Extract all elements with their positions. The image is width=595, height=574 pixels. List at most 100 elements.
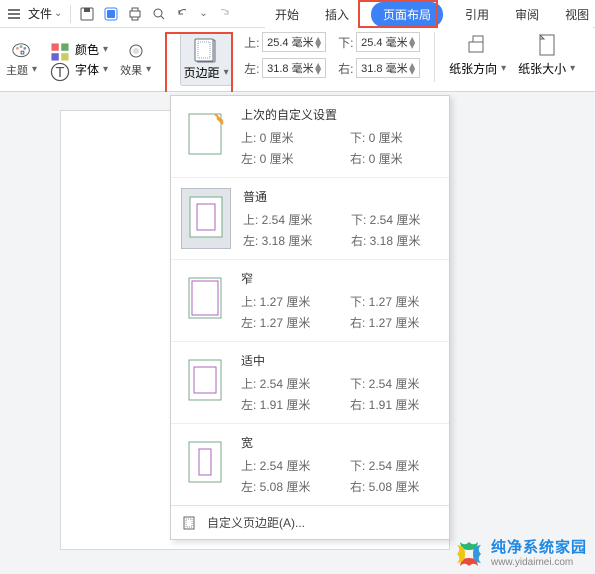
file-menu[interactable]: 文件 ⌄ — [28, 5, 62, 22]
undo-icon[interactable] — [103, 6, 119, 22]
watermark-cn: 纯净系统家园 — [491, 540, 587, 557]
color-label: 颜色 — [75, 41, 99, 58]
margin-right-label: 右: — [338, 60, 354, 77]
font-dropdown[interactable]: T 字体 ▾ — [49, 61, 108, 79]
option-top: 上: 2.54 厘米 — [241, 375, 330, 392]
file-menu-label: 文件 — [28, 5, 52, 22]
margins-label: 页边距 — [184, 64, 220, 81]
watermark-url: www.yidaimei.com — [491, 557, 587, 568]
option-bottom: 下: 1.27 厘米 — [350, 293, 439, 310]
separator — [70, 5, 71, 23]
orientation-icon — [465, 32, 491, 58]
chevron-down-icon: ▾ — [103, 44, 108, 55]
margins-option-narrow[interactable]: 窄 上: 1.27 厘米 下: 1.27 厘米 左: 1.27 厘米 右: 1.… — [171, 259, 449, 341]
separator — [434, 32, 435, 82]
paper-size-button[interactable]: 纸张大小 ▾ — [518, 32, 575, 87]
option-title: 宽 — [241, 434, 439, 451]
option-top: 上: 2.54 厘米 — [243, 211, 331, 228]
option-top: 上: 2.54 厘米 — [241, 457, 330, 474]
option-title: 适中 — [241, 352, 439, 369]
margins-option-wide[interactable]: 宽 上: 2.54 厘米 下: 2.54 厘米 左: 5.08 厘米 右: 5.… — [171, 423, 449, 505]
theme-icon — [11, 42, 33, 60]
margin-bottom-label: 下: — [338, 34, 354, 51]
option-left: 左: 3.18 厘米 — [243, 232, 331, 249]
option-top: 上: 1.27 厘米 — [241, 293, 330, 310]
option-right: 右: 5.08 厘米 — [350, 478, 439, 495]
font-icon: T — [49, 61, 71, 79]
tab-review[interactable]: 审阅 — [511, 2, 543, 27]
margins-custom-item[interactable]: 自定义页边距(A)... — [171, 505, 449, 539]
chevron-down-icon: ▾ — [224, 67, 229, 78]
orientation-label: 纸张方向 — [449, 60, 497, 77]
margin-right-spinner[interactable]: 右: 31.8 毫米▴▾ — [338, 58, 420, 78]
color-icon — [49, 41, 71, 59]
option-title: 普通 — [243, 188, 439, 205]
margins-option-last-custom[interactable]: 上次的自定义设置 上: 0 厘米 下: 0 厘米 左: 0 厘米 右: 0 厘米 — [171, 96, 449, 177]
option-left: 左: 5.08 厘米 — [241, 478, 330, 495]
margin-top-spinner[interactable]: 上: 25.4 毫米▴▾ — [244, 32, 326, 52]
page-thumb-icon — [185, 356, 225, 404]
font-label: 字体 — [75, 61, 99, 78]
margin-left-spinner[interactable]: 左: 31.8 毫米▴▾ — [244, 58, 326, 78]
option-title: 上次的自定义设置 — [241, 106, 439, 123]
chevron-down-icon: ▾ — [103, 64, 108, 75]
option-title: 窄 — [241, 270, 439, 287]
effect-label: 效果 — [120, 62, 142, 78]
chevron-down-icon: ▾ — [570, 63, 575, 74]
tab-insert[interactable]: 插入 — [321, 2, 353, 27]
chevron-down-icon: ⌄ — [54, 8, 62, 19]
option-bottom: 下: 2.54 厘米 — [350, 457, 439, 474]
option-right: 右: 1.91 厘米 — [350, 396, 439, 413]
color-dropdown[interactable]: 颜色 ▾ — [49, 41, 108, 59]
option-right: 右: 3.18 厘米 — [351, 232, 439, 249]
chevron-down-icon: ▾ — [32, 64, 37, 75]
margins-option-moderate[interactable]: 适中 上: 2.54 厘米 下: 2.54 厘米 左: 1.91 厘米 右: 1… — [171, 341, 449, 423]
print-icon[interactable] — [127, 6, 143, 22]
margin-left-value: 31.8 毫米 — [267, 60, 313, 76]
option-bottom: 下: 0 厘米 — [350, 129, 439, 146]
option-bottom: 下: 2.54 厘米 — [351, 211, 439, 228]
margin-right-value: 31.8 毫米 — [361, 60, 407, 76]
separator — [165, 32, 166, 82]
undo-arrow-icon[interactable] — [175, 6, 191, 22]
orientation-button[interactable]: 纸张方向 ▾ — [449, 32, 506, 87]
theme-group[interactable]: 主题 ▾ — [6, 32, 37, 87]
undo-history-chevron[interactable]: ⌄ — [199, 8, 207, 19]
paper-size-label: 纸张大小 — [518, 60, 566, 77]
custom-margins-label: 自定义页边距(A)... — [207, 514, 305, 531]
page-custom-icon — [181, 515, 197, 531]
option-right: 右: 1.27 厘米 — [350, 314, 439, 331]
option-left: 左: 1.27 厘米 — [241, 314, 330, 331]
watermark: 纯净系统家园 www.yidaimei.com — [455, 540, 587, 568]
option-left: 左: 1.91 厘米 — [241, 396, 330, 413]
page-thumb-icon — [185, 438, 225, 486]
page-thumb-icon — [185, 110, 225, 158]
margins-option-normal[interactable]: 普通 上: 2.54 厘米 下: 2.54 厘米 左: 3.18 厘米 右: 3… — [171, 177, 449, 259]
margins-button[interactable]: 页边距 ▾ — [180, 32, 232, 86]
option-top: 上: 0 厘米 — [241, 129, 330, 146]
chevron-down-icon: ▾ — [146, 64, 151, 75]
margin-top-value: 25.4 毫米 — [267, 34, 313, 50]
watermark-logo-icon — [455, 540, 483, 568]
effect-group[interactable]: 效果 ▾ — [120, 32, 151, 87]
tab-page-layout[interactable]: 页面布局 — [371, 2, 443, 27]
tab-reference[interactable]: 引用 — [461, 2, 493, 27]
svg-text:T: T — [56, 64, 65, 80]
preview-icon[interactable] — [151, 6, 167, 22]
menu-icon[interactable] — [6, 6, 22, 22]
page-margins-icon — [193, 38, 219, 64]
margin-top-label: 上: — [244, 34, 260, 51]
option-left: 左: 0 厘米 — [241, 150, 330, 167]
margin-bottom-spinner[interactable]: 下: 25.4 毫米▴▾ — [338, 32, 420, 52]
paper-size-icon — [534, 32, 560, 58]
redo-arrow-icon[interactable] — [216, 6, 232, 22]
theme-label: 主题 — [6, 62, 28, 78]
save-icon[interactable] — [79, 6, 95, 22]
option-right: 右: 0 厘米 — [350, 150, 439, 167]
chevron-down-icon: ▾ — [501, 63, 506, 74]
page-thumb-icon — [185, 274, 225, 322]
tab-start[interactable]: 开始 — [271, 2, 303, 27]
effect-icon — [125, 42, 147, 60]
tab-view[interactable]: 视图 — [561, 2, 593, 27]
margin-left-label: 左: — [244, 60, 260, 77]
